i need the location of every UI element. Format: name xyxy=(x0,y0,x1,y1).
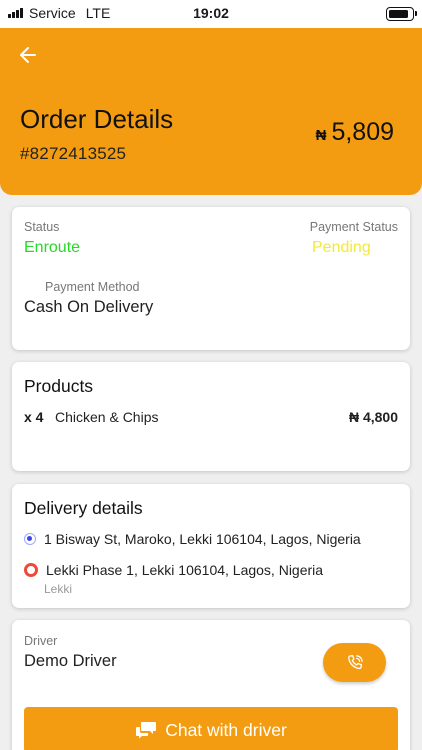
chat-with-driver-button[interactable]: Chat with driver xyxy=(24,707,398,750)
payment-method-label: Payment Method xyxy=(45,280,140,294)
payment-status-label: Payment Status xyxy=(309,220,398,234)
status-label: Status xyxy=(24,220,60,234)
currency-symbol: ₦ xyxy=(315,127,327,144)
product-quantity: x 4 xyxy=(24,409,44,425)
status-value: Enroute xyxy=(24,239,81,256)
call-driver-button[interactable] xyxy=(323,643,386,682)
products-title: Products xyxy=(24,376,94,396)
payment-status-value: Pending xyxy=(312,239,371,256)
delivery-title: Delivery details xyxy=(24,498,143,518)
battery-icon xyxy=(386,7,417,21)
dropoff-area: Lekki xyxy=(44,582,73,596)
dropoff-row: Lekki Phase 1, Lekki 106104, Lagos, Nige… xyxy=(24,562,323,578)
dropoff-location-icon xyxy=(24,563,38,577)
chat-icon xyxy=(136,722,157,739)
status-card: Status Enroute Payment Status Pending Pa… xyxy=(12,207,410,350)
pickup-row: 1 Bisway St, Maroko, Lekki 106104, Lagos… xyxy=(24,531,361,547)
driver-name: Demo Driver xyxy=(24,652,117,670)
pickup-location-icon xyxy=(24,533,36,545)
order-number: #8272413525 xyxy=(20,144,127,163)
driver-label: Driver xyxy=(24,634,58,648)
product-name: Chicken & Chips xyxy=(55,409,159,425)
dropoff-address: Lekki Phase 1, Lekki 106104, Lagos, Nige… xyxy=(46,562,324,578)
product-price: ₦ 4,800 xyxy=(348,409,398,425)
order-header: Order Details #8272413525 ₦ 5,809 xyxy=(0,28,422,195)
driver-card: Driver Demo Driver Chat with driver xyxy=(12,620,410,750)
arrow-left-icon[interactable] xyxy=(18,45,38,65)
phone-icon xyxy=(347,654,363,669)
chat-button-label: Chat with driver xyxy=(165,719,287,740)
payment-method-value: Cash On Delivery xyxy=(24,298,154,316)
clock: 19:02 xyxy=(193,5,229,21)
delivery-card: Delivery details 1 Bisway St, Maroko, Le… xyxy=(12,484,410,608)
order-total: ₦ 5,809 xyxy=(316,118,394,147)
page-title: Order Details xyxy=(20,104,174,134)
products-card: Products x 4 Chicken & Chips ₦ 4,800 xyxy=(12,362,410,471)
pickup-address: 1 Bisway St, Maroko, Lekki 106104, Lagos… xyxy=(44,531,361,547)
status-bar: Service LTE 19:02 xyxy=(0,0,422,28)
total-amount: 5,809 xyxy=(331,118,394,146)
